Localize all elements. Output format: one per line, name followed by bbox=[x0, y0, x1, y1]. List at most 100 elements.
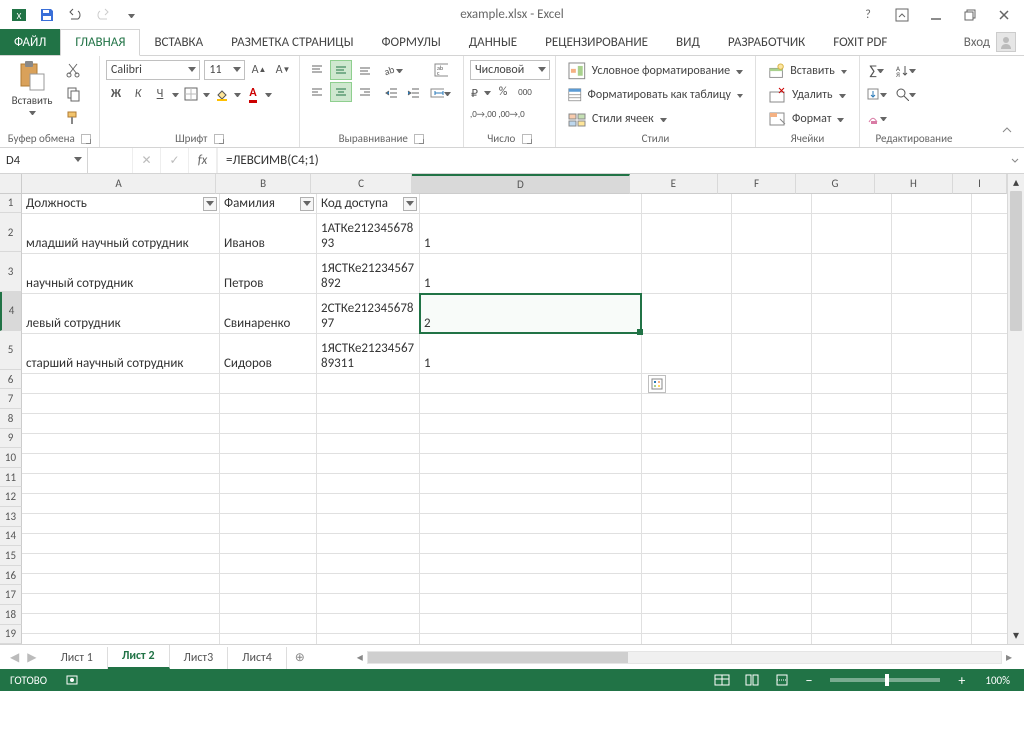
ribbon-tab-рецензирование[interactable]: РЕЦЕНЗИРОВАНИЕ bbox=[531, 29, 662, 55]
row-header[interactable]: 2 bbox=[0, 213, 22, 252]
accept-formula-icon[interactable]: ✓ bbox=[161, 148, 189, 173]
cell[interactable] bbox=[972, 474, 1007, 494]
cell[interactable] bbox=[220, 414, 317, 434]
cell[interactable] bbox=[22, 474, 220, 494]
cell[interactable] bbox=[972, 614, 1007, 634]
decrease-indent-icon[interactable] bbox=[382, 83, 402, 103]
cell[interactable] bbox=[812, 214, 892, 254]
cell[interactable] bbox=[892, 334, 972, 374]
cell[interactable] bbox=[642, 594, 732, 614]
cell[interactable]: 1ЯСТКе21234567892 bbox=[317, 254, 420, 294]
select-all-corner[interactable] bbox=[0, 174, 22, 194]
row-header[interactable]: 15 bbox=[0, 546, 22, 566]
paste-button[interactable]: Вставить bbox=[6, 60, 58, 115]
save-icon[interactable] bbox=[36, 4, 58, 26]
cell[interactable] bbox=[892, 214, 972, 254]
cell[interactable] bbox=[220, 394, 317, 414]
cell[interactable] bbox=[642, 554, 732, 574]
column-header[interactable]: F bbox=[718, 174, 796, 194]
cell[interactable] bbox=[317, 634, 420, 644]
cell[interactable] bbox=[420, 554, 642, 574]
cell[interactable] bbox=[812, 574, 892, 594]
cell[interactable] bbox=[22, 594, 220, 614]
align-right-icon[interactable] bbox=[354, 82, 376, 102]
cell[interactable] bbox=[420, 474, 642, 494]
row-header[interactable]: 9 bbox=[0, 429, 22, 449]
cell[interactable] bbox=[317, 414, 420, 434]
restore-icon[interactable] bbox=[958, 3, 982, 27]
cell[interactable] bbox=[642, 434, 732, 454]
expand-formula-bar-icon[interactable] bbox=[1006, 148, 1024, 173]
filter-dropdown-icon[interactable] bbox=[403, 197, 417, 211]
cell[interactable] bbox=[892, 574, 972, 594]
cell[interactable] bbox=[420, 394, 642, 414]
format-cells-button[interactable]: Формат bbox=[762, 108, 853, 130]
cell[interactable] bbox=[892, 494, 972, 514]
cell[interactable] bbox=[220, 534, 317, 554]
cell[interactable] bbox=[220, 554, 317, 574]
cell[interactable] bbox=[220, 634, 317, 644]
row-header[interactable]: 6 bbox=[0, 370, 22, 390]
cell[interactable] bbox=[732, 194, 812, 214]
cell[interactable] bbox=[812, 614, 892, 634]
cell[interactable] bbox=[812, 414, 892, 434]
cell[interactable] bbox=[220, 594, 317, 614]
cell[interactable] bbox=[420, 374, 642, 394]
cell[interactable] bbox=[642, 574, 732, 594]
filter-dropdown-icon[interactable] bbox=[300, 197, 314, 211]
cell[interactable] bbox=[317, 534, 420, 554]
cell[interactable] bbox=[22, 534, 220, 554]
cell[interactable] bbox=[892, 614, 972, 634]
cell[interactable]: Код доступа bbox=[317, 194, 420, 214]
cell[interactable] bbox=[812, 394, 892, 414]
cell[interactable] bbox=[892, 434, 972, 454]
qat-customize-icon[interactable] bbox=[120, 4, 142, 26]
undo-icon[interactable] bbox=[64, 4, 86, 26]
ribbon-tab-разметка страницы[interactable]: РАЗМЕТКА СТРАНИЦЫ bbox=[217, 29, 367, 55]
underline-button[interactable]: Ч bbox=[150, 84, 170, 104]
orientation-icon[interactable]: ab bbox=[382, 60, 403, 80]
cell[interactable] bbox=[732, 614, 812, 634]
cell[interactable] bbox=[732, 334, 812, 374]
cancel-formula-icon[interactable]: ✕ bbox=[133, 148, 161, 173]
zoom-value[interactable]: 100% bbox=[977, 674, 1018, 687]
normal-view-icon[interactable] bbox=[711, 672, 733, 688]
row-header[interactable]: 18 bbox=[0, 605, 22, 625]
cell[interactable] bbox=[812, 434, 892, 454]
cell[interactable] bbox=[22, 394, 220, 414]
align-left-icon[interactable] bbox=[306, 82, 328, 102]
row-header[interactable]: 5 bbox=[0, 331, 22, 370]
cell[interactable] bbox=[972, 414, 1007, 434]
cell[interactable] bbox=[420, 454, 642, 474]
cell[interactable] bbox=[22, 554, 220, 574]
cell[interactable] bbox=[22, 514, 220, 534]
cell[interactable] bbox=[972, 634, 1007, 644]
dialog-launcher-icon[interactable] bbox=[214, 134, 224, 144]
cell[interactable] bbox=[812, 634, 892, 644]
accounting-format-icon[interactable]: ₽ bbox=[470, 82, 491, 102]
decrease-decimal-icon[interactable]: ,00→,0 bbox=[498, 104, 524, 124]
row-header[interactable]: 12 bbox=[0, 487, 22, 507]
cell[interactable] bbox=[812, 534, 892, 554]
column-header[interactable]: H bbox=[875, 174, 953, 194]
redo-icon[interactable] bbox=[92, 4, 114, 26]
collapse-ribbon-icon[interactable] bbox=[998, 121, 1018, 141]
cell[interactable] bbox=[642, 334, 732, 374]
cell[interactable] bbox=[732, 454, 812, 474]
horizontal-scrollbar[interactable]: ◂▸ bbox=[353, 650, 1016, 665]
copy-icon[interactable] bbox=[62, 84, 84, 104]
cell[interactable] bbox=[732, 254, 812, 294]
cell[interactable] bbox=[892, 634, 972, 644]
increase-decimal-icon[interactable]: ,0→,00 bbox=[470, 104, 496, 124]
cell[interactable] bbox=[420, 194, 642, 214]
prev-sheet-icon[interactable]: ◀ bbox=[10, 650, 19, 665]
dialog-launcher-icon[interactable] bbox=[81, 134, 91, 144]
cell[interactable]: 2СТКе21234567897 bbox=[317, 294, 420, 334]
zoom-out-icon[interactable]: − bbox=[801, 672, 816, 689]
cell[interactable]: Сидоров bbox=[220, 334, 317, 374]
cell[interactable] bbox=[317, 614, 420, 634]
row-header[interactable]: 4 bbox=[0, 292, 22, 331]
sheet-tab[interactable]: Лист 1 bbox=[46, 647, 107, 669]
cell[interactable] bbox=[972, 454, 1007, 474]
cell[interactable] bbox=[892, 294, 972, 334]
